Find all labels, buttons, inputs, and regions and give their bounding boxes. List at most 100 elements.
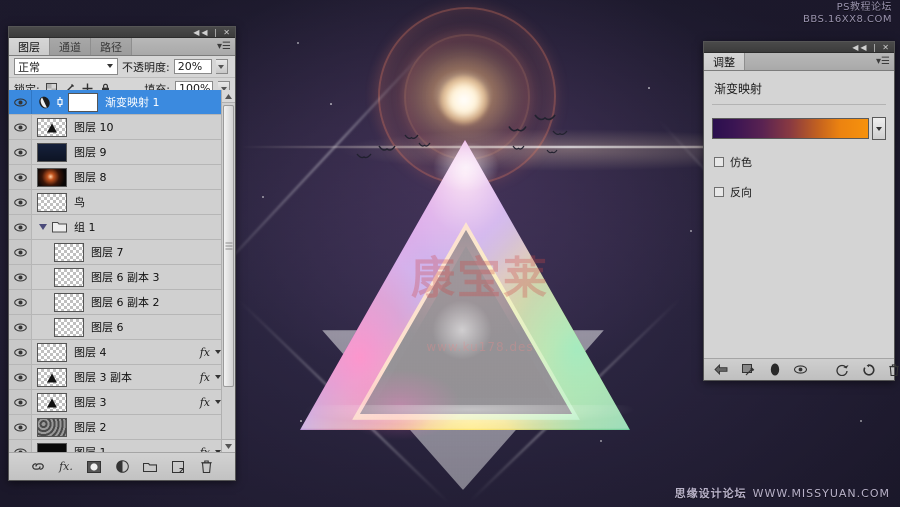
layer-thumbnail[interactable] (37, 192, 67, 212)
opacity-input[interactable]: 20% (173, 59, 212, 74)
layer-visibility-icon[interactable] (9, 440, 32, 452)
panel-menu-icon[interactable]: ▾☰ (876, 56, 890, 68)
gradient-map-adjustment-icon[interactable] (37, 96, 53, 109)
preview-eye-icon[interactable] (794, 362, 807, 377)
tab-adjustments[interactable]: 调整 (704, 53, 745, 70)
layer-thumbnail[interactable] (37, 342, 67, 362)
layers-panel-footer[interactable]: fx. (9, 452, 235, 480)
clip-to-layer-icon[interactable] (742, 362, 756, 377)
add-layer-mask-icon[interactable] (87, 459, 102, 474)
layers-scrollbar[interactable] (221, 90, 235, 452)
layer-effects-indicator[interactable]: fx (200, 365, 221, 389)
layer-thumbnail[interactable] (37, 142, 67, 162)
layers-panel[interactable]: ◀◀ | ✕ 图层 通道 路径 ▾☰ 正常 不透明度: 20% 锁定: 填充: … (8, 26, 236, 481)
adjustments-tabstrip[interactable]: 调整 ▾☰ (704, 53, 894, 71)
reverse-checkbox[interactable] (714, 187, 724, 197)
layer-visibility-icon[interactable] (9, 365, 32, 389)
gradient-dropdown-button[interactable] (872, 117, 886, 140)
layer-thumbnail[interactable] (54, 292, 84, 312)
layer-row[interactable]: 鸟 (9, 190, 235, 215)
panel-collapse-icon[interactable]: ◀◀ | ✕ (193, 27, 232, 38)
new-adjustment-layer-icon[interactable] (115, 459, 130, 474)
delete-icon[interactable] (889, 362, 899, 377)
layer-row[interactable]: 图层 3 副本 fx (9, 365, 235, 390)
layers-panel-tabstrip[interactable]: 图层 通道 路径 ▾☰ (9, 38, 235, 56)
layer-thumbnail[interactable] (37, 167, 67, 187)
layer-row[interactable]: 渐变映射 1 (9, 90, 235, 115)
layer-thumbnail[interactable] (54, 267, 84, 287)
layer-row[interactable]: 图层 9 (9, 140, 235, 165)
back-arrow-icon[interactable] (714, 362, 728, 377)
tab-layers[interactable]: 图层 (9, 38, 50, 55)
layers-list[interactable]: 渐变映射 1 图层 10 图层 9 图层 8 鸟组 1 图层 7 图层 6 副本 3 图层 6… (9, 90, 235, 452)
reverse-checkbox-row[interactable]: 反向 (704, 170, 894, 200)
link-layers-icon[interactable] (31, 459, 46, 474)
layers-panel-titlebar[interactable]: ◀◀ | ✕ (9, 27, 235, 38)
layer-thumbnail[interactable] (37, 367, 67, 387)
opacity-stepper[interactable] (215, 59, 228, 74)
layer-visibility-icon[interactable] (9, 265, 32, 289)
reset-curve-icon[interactable] (835, 362, 849, 377)
layer-row[interactable]: 图层 6 (9, 315, 235, 340)
layer-thumbnail[interactable] (54, 242, 84, 262)
mask-link-icon[interactable] (56, 96, 65, 108)
layer-visibility-icon[interactable] (9, 240, 32, 264)
new-layer-icon[interactable] (171, 459, 186, 474)
layer-row[interactable]: 图层 6 副本 3 (9, 265, 235, 290)
scrollbar-thumb[interactable] (223, 105, 234, 387)
layer-name: 渐变映射 1 (105, 96, 160, 109)
layer-row[interactable]: 图层 8 (9, 165, 235, 190)
adjustments-panel[interactable]: ◀◀ | ✕ 调整 ▾☰ 渐变映射 仿色 反向 (703, 41, 899, 381)
panel-menu-icon[interactable]: ▾☰ (217, 41, 231, 53)
layer-visibility-icon[interactable] (9, 415, 32, 439)
layer-visibility-icon[interactable] (9, 315, 32, 339)
layer-thumbnail[interactable] (37, 117, 67, 137)
layer-thumbnail[interactable] (37, 442, 67, 452)
scroll-down-button[interactable] (222, 439, 235, 452)
blend-opacity-row[interactable]: 正常 不透明度: 20% (9, 56, 235, 78)
gradient-preview-bar[interactable] (712, 118, 869, 139)
layer-row[interactable]: 图层 4 fx (9, 340, 235, 365)
layer-visibility-icon[interactable] (9, 340, 32, 364)
panel-close-icon[interactable]: ◀◀ | ✕ (852, 42, 891, 53)
reset-icon[interactable] (863, 362, 875, 377)
layer-visibility-icon[interactable] (9, 90, 32, 114)
layer-effects-indicator[interactable]: fx (200, 440, 221, 452)
group-expand-chevron-icon[interactable] (39, 224, 47, 230)
layer-row[interactable]: 图层 3 fx (9, 390, 235, 415)
layer-name: 图层 3 (74, 396, 107, 409)
add-layer-style-icon[interactable]: fx. (59, 459, 74, 474)
layer-row[interactable]: 图层 6 副本 2 (9, 290, 235, 315)
delete-layer-icon[interactable] (199, 459, 214, 474)
layer-effects-indicator[interactable]: fx (200, 390, 221, 414)
dither-checkbox-row[interactable]: 仿色 (704, 140, 894, 170)
layer-visibility-icon[interactable] (9, 165, 32, 189)
layer-visibility-icon[interactable] (9, 290, 32, 314)
scroll-up-button[interactable] (222, 90, 235, 103)
layer-effects-indicator[interactable]: fx (200, 340, 221, 364)
layer-row[interactable]: 图层 1 fx (9, 440, 235, 452)
divider (712, 104, 886, 105)
layer-visibility-icon[interactable] (9, 215, 32, 239)
toggle-visibility-icon[interactable] (770, 362, 780, 377)
layer-thumbnail[interactable] (54, 317, 84, 337)
layer-thumbnail[interactable] (37, 417, 67, 437)
blend-mode-select[interactable]: 正常 (14, 58, 118, 75)
tab-channels[interactable]: 通道 (50, 38, 91, 55)
adjustments-panel-titlebar[interactable]: ◀◀ | ✕ (704, 42, 894, 53)
layer-row[interactable]: 图层 10 (9, 115, 235, 140)
new-group-icon[interactable] (143, 459, 158, 474)
tab-paths[interactable]: 路径 (91, 38, 132, 55)
layer-row[interactable]: 图层 2 (9, 415, 235, 440)
layer-row[interactable]: 图层 7 (9, 240, 235, 265)
adjustments-panel-footer[interactable] (704, 358, 899, 380)
layer-row[interactable]: 组 1 (9, 215, 235, 240)
layer-thumbnail[interactable] (37, 392, 67, 412)
dither-checkbox[interactable] (714, 157, 724, 167)
gradient-picker-row[interactable] (704, 117, 894, 140)
layer-visibility-icon[interactable] (9, 115, 32, 139)
layer-visibility-icon[interactable] (9, 140, 32, 164)
layer-mask-thumbnail[interactable] (68, 92, 98, 112)
layer-visibility-icon[interactable] (9, 390, 32, 414)
layer-visibility-icon[interactable] (9, 190, 32, 214)
